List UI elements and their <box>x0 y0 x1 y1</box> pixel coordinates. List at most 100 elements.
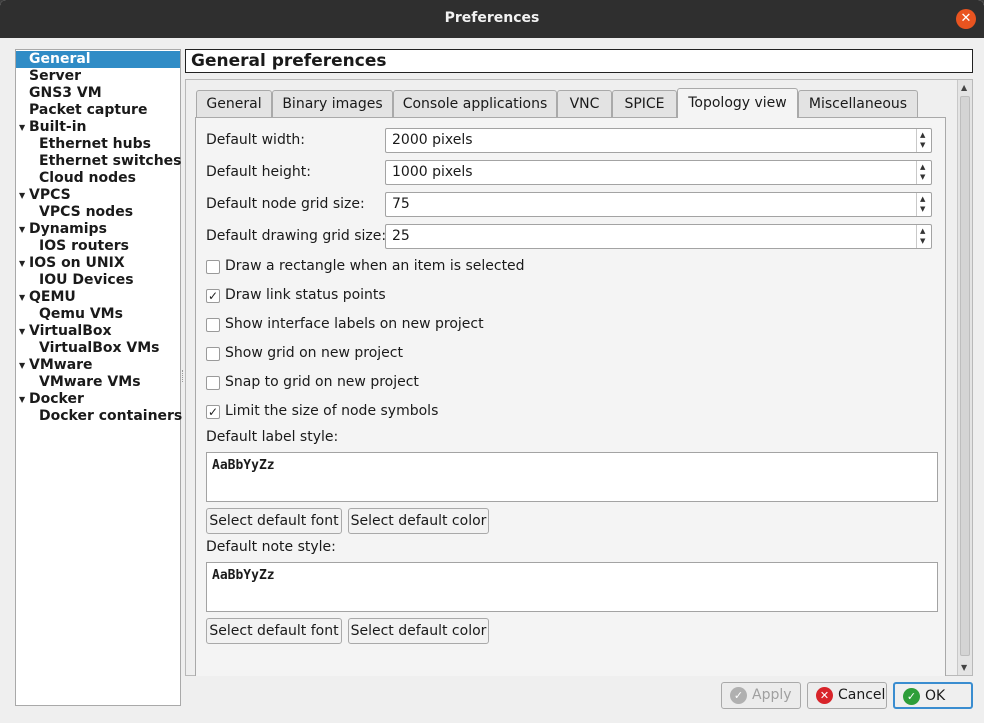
draw-link-status-checkbox[interactable]: ✓ <box>206 289 220 303</box>
spin-up-icon[interactable]: ▲ <box>920 227 925 235</box>
snap-to-grid-checkbox[interactable] <box>206 376 220 390</box>
tree-item-vmware-vms[interactable]: VMware VMs <box>39 374 141 391</box>
tab-label: Topology view <box>688 95 787 111</box>
scroll-down-icon[interactable]: ▼ <box>961 663 967 672</box>
button-label: Select default color <box>350 513 487 529</box>
page-title-frame: General preferences <box>185 49 973 73</box>
tree-item-label: Qemu VMs <box>39 306 123 322</box>
scroll-up-icon[interactable]: ▲ <box>961 83 967 92</box>
tab-topology-view[interactable]: Topology view <box>677 88 798 118</box>
expand-arrow-icon[interactable]: ▼ <box>19 187 28 204</box>
note-select-color-button[interactable]: Select default color <box>348 618 489 644</box>
tree-item-general[interactable]: General <box>16 51 180 68</box>
tree-item-gns3-vm[interactable]: GNS3 VM <box>29 85 102 102</box>
tree-item-qemu-vms[interactable]: Qemu VMs <box>39 306 123 323</box>
show-interface-labels-checkbox[interactable] <box>206 318 220 332</box>
label-select-color-button[interactable]: Select default color <box>348 508 489 534</box>
default-height-spinbox[interactable]: 1000 pixels ▲ ▼ <box>385 160 932 185</box>
label-select-font-button[interactable]: Select default font <box>206 508 342 534</box>
spin-up-icon[interactable]: ▲ <box>920 163 925 171</box>
spin-down-icon[interactable]: ▼ <box>920 173 925 181</box>
spinbox-value: 2000 pixels <box>392 132 473 148</box>
tree-item-ios-on-unix[interactable]: IOS on UNIX <box>29 255 125 272</box>
note-style-heading: Default note style: <box>206 539 336 555</box>
tree-item-packet-capture[interactable]: Packet capture <box>29 102 147 119</box>
spinbox-value: 25 <box>392 228 410 244</box>
expand-arrow-icon[interactable]: ▼ <box>19 255 28 272</box>
vertical-scrollbar[interactable]: ▲ ▼ <box>957 80 972 675</box>
expand-arrow-icon[interactable]: ▼ <box>19 221 28 238</box>
spinbox-value: 75 <box>392 196 410 212</box>
snap-to-grid-label: Snap to grid on new project <box>225 374 419 390</box>
tree-item-ethernet-hubs[interactable]: Ethernet hubs <box>39 136 151 153</box>
scrollbar-thumb[interactable] <box>960 96 970 656</box>
expand-arrow-icon[interactable]: ▼ <box>19 323 28 340</box>
label-style-preview: AaBbYyZz <box>206 452 938 502</box>
tab-spice[interactable]: SPICE <box>612 90 677 117</box>
tab-vnc[interactable]: VNC <box>557 90 612 117</box>
tab-general[interactable]: General <box>196 90 272 117</box>
tab-binary-images[interactable]: Binary images <box>272 90 393 117</box>
spin-down-icon[interactable]: ▼ <box>920 141 925 149</box>
spinbox-value: 1000 pixels <box>392 164 473 180</box>
tree-item-ethernet-switches[interactable]: Ethernet switches <box>39 153 182 170</box>
preferences-tree[interactable]: General Server GNS3 VM Packet capture ▼ … <box>15 49 182 706</box>
spinbox-buttons[interactable]: ▲ ▼ <box>916 193 931 216</box>
tree-item-vpcs[interactable]: VPCS <box>29 187 71 204</box>
spinbox-buttons[interactable]: ▲ ▼ <box>916 129 931 152</box>
cancel-icon: ✕ <box>816 687 833 704</box>
page-title: General preferences <box>191 51 387 71</box>
tree-item-label: Dynamips <box>29 221 107 237</box>
tree-item-vpcs-nodes[interactable]: VPCS nodes <box>39 204 133 221</box>
tree-item-label: VMware VMs <box>39 374 141 390</box>
tree-item-qemu[interactable]: QEMU <box>29 289 76 306</box>
default-width-label: Default width: <box>206 132 305 148</box>
tree-item-built-in[interactable]: Built-in <box>29 119 87 136</box>
close-icon[interactable]: ✕ <box>956 9 976 29</box>
node-grid-size-spinbox[interactable]: 75 ▲ ▼ <box>385 192 932 217</box>
show-grid-label: Show grid on new project <box>225 345 403 361</box>
preferences-dialog: Preferences ✕ General Server GNS3 VM Pac… <box>0 0 984 723</box>
button-label: Apply <box>752 687 792 703</box>
ok-button[interactable]: ✓ OK <box>893 682 973 709</box>
tree-item-ios-routers[interactable]: IOS routers <box>39 238 129 255</box>
spin-up-icon[interactable]: ▲ <box>920 195 925 203</box>
show-grid-checkbox[interactable] <box>206 347 220 361</box>
tab-miscellaneous[interactable]: Miscellaneous <box>798 90 918 117</box>
expand-arrow-icon[interactable]: ▼ <box>19 289 28 306</box>
tree-item-cloud-nodes[interactable]: Cloud nodes <box>39 170 136 187</box>
node-grid-size-label: Default node grid size: <box>206 196 365 212</box>
tree-item-dynamips[interactable]: Dynamips <box>29 221 107 238</box>
tree-item-vmware[interactable]: VMware <box>29 357 93 374</box>
tree-item-label: QEMU <box>29 289 76 305</box>
expand-arrow-icon[interactable]: ▼ <box>19 391 28 408</box>
window-title: Preferences <box>444 10 540 26</box>
expand-arrow-icon[interactable]: ▼ <box>19 357 28 374</box>
tree-item-label: IOS routers <box>39 238 129 254</box>
limit-symbol-size-checkbox[interactable]: ✓ <box>206 405 220 419</box>
tree-item-docker[interactable]: Docker <box>29 391 84 408</box>
tab-label: SPICE <box>624 96 665 112</box>
tree-item-docker-containers[interactable]: Docker containers <box>39 408 182 425</box>
show-interface-labels-label: Show interface labels on new project <box>225 316 484 332</box>
expand-arrow-icon[interactable]: ▼ <box>19 119 28 136</box>
spin-up-icon[interactable]: ▲ <box>920 131 925 139</box>
spinbox-buttons[interactable]: ▲ ▼ <box>916 161 931 184</box>
tree-item-virtualbox-vms[interactable]: VirtualBox VMs <box>39 340 160 357</box>
apply-button[interactable]: ✓ Apply <box>721 682 801 709</box>
spin-down-icon[interactable]: ▼ <box>920 237 925 245</box>
tree-item-server[interactable]: Server <box>29 68 81 85</box>
tab-console-applications[interactable]: Console applications <box>393 90 557 117</box>
spin-down-icon[interactable]: ▼ <box>920 205 925 213</box>
spinbox-buttons[interactable]: ▲ ▼ <box>916 225 931 248</box>
drawing-grid-size-spinbox[interactable]: 25 ▲ ▼ <box>385 224 932 249</box>
cancel-button[interactable]: ✕ Cancel <box>807 682 887 709</box>
checkmark-icon: ✓ <box>207 289 219 303</box>
tree-item-virtualbox[interactable]: VirtualBox <box>29 323 112 340</box>
window-edge <box>0 38 6 723</box>
check-icon: ✓ <box>903 688 920 705</box>
default-width-spinbox[interactable]: 2000 pixels ▲ ▼ <box>385 128 932 153</box>
note-select-font-button[interactable]: Select default font <box>206 618 342 644</box>
draw-rectangle-checkbox[interactable] <box>206 260 220 274</box>
tree-item-iou-devices[interactable]: IOU Devices <box>39 272 134 289</box>
